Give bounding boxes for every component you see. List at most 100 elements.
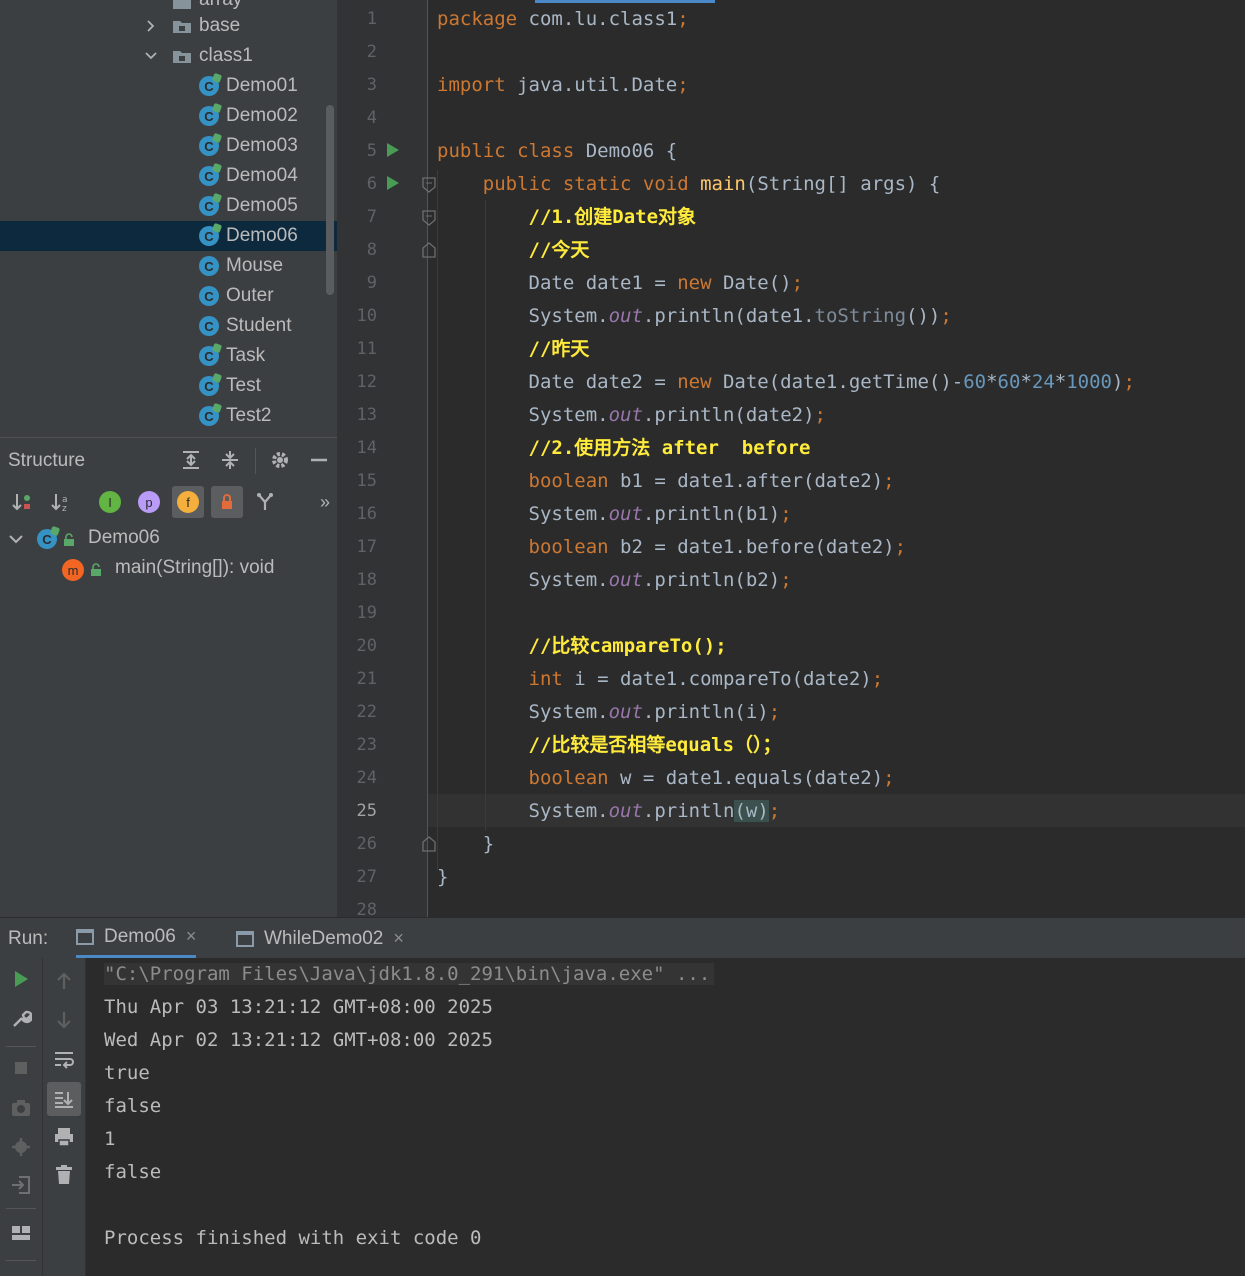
project-scrollbar[interactable] [326,105,334,295]
tree-item-label: base [199,15,241,36]
chevron-down-icon[interactable] [4,527,28,551]
arrow-up-icon[interactable] [51,968,77,994]
line-number: 2 [366,42,377,62]
stop-icon[interactable] [8,1055,34,1081]
close-icon[interactable]: × [186,926,197,947]
code-line[interactable]: int i = date1.compareTo(date2); [437,664,884,694]
show-lambdas-icon[interactable] [253,490,277,514]
print-icon[interactable] [51,1124,77,1150]
code-line[interactable]: //今天 [437,235,590,265]
expand-all-icon[interactable] [179,448,203,472]
line-number: 4 [366,108,377,128]
code-token: new [677,371,723,393]
code-line[interactable]: System.out.println(date2); [437,400,826,430]
project-tree-panel: array base class1 C Demo01 C Demo02 C Demo03 C De… [0,0,337,437]
rerun-icon[interactable] [8,966,34,992]
code-line[interactable]: System.out.println(b2); [437,565,792,595]
code-line[interactable]: boolean b2 = date1.before(date2); [437,532,907,562]
soft-wrap-icon[interactable] [51,1046,77,1072]
code-line[interactable]: boolean w = date1.equals(date2); [437,763,895,793]
code-line[interactable]: System.out.println(w); [437,796,780,826]
line-number: 1 [366,9,377,29]
code-line[interactable]: //昨天 [437,334,590,364]
code-line[interactable]: System.out.println(b1); [437,499,792,529]
code-token: System. [437,701,609,723]
run-class-icon[interactable] [387,143,399,157]
code-token: boolean [528,470,621,492]
fold-marker-icon[interactable] [422,836,436,852]
run-tab-demo06[interactable]: Demo06 × [76,918,197,959]
exit-icon[interactable] [8,1172,34,1198]
code-line[interactable]: package com.lu.class1; [437,4,689,34]
tree-item-mouse[interactable]: C Mouse [0,251,337,281]
more-icon[interactable]: » [313,490,337,514]
show-non-public-toggle[interactable] [211,486,243,518]
code-token: System. [437,800,609,822]
tree-item-task[interactable]: C Task [0,341,337,371]
sort-by-visibility-icon[interactable] [10,490,34,514]
code-token: Date() [722,272,792,294]
public-lock-icon [64,533,74,546]
minimize-icon[interactable] [307,448,331,472]
tree-item-demo01[interactable]: C Demo01 [0,71,337,101]
code-line[interactable]: //比较campareTo(); [437,631,727,661]
code-line[interactable]: public static void main(String[] args) { [437,169,941,199]
code-token: ; [940,305,952,327]
show-inherited-icon[interactable]: I [98,490,122,514]
wrench-icon[interactable] [8,1006,34,1032]
code-line[interactable]: //2.使用方法 after before [437,433,811,463]
code-line[interactable]: //1.创建Date对象 [437,202,697,232]
code-token: System. [437,404,609,426]
tree-item-demo06[interactable]: C Demo06 [0,221,337,251]
code-line[interactable]: public class Demo06 { [437,136,677,166]
code-line[interactable]: Date date1 = new Date(); [437,268,804,298]
run-main-icon[interactable] [387,176,399,190]
line-number: 20 [356,636,377,656]
sort-alphabetically-icon[interactable]: az [49,490,73,514]
code-line[interactable]: System.out.println(i); [437,697,781,727]
code-token: new [677,272,723,294]
code-token: ; [677,8,689,30]
fold-marker-icon[interactable] [422,177,436,193]
run-tab-whiledemo02[interactable]: WhileDemo02 × [236,918,404,959]
tree-item-student[interactable]: C Student [0,311,337,341]
tree-item-demo02[interactable]: C Demo02 [0,101,337,131]
code-token: ()) [906,305,941,327]
fold-marker-icon[interactable] [422,242,436,258]
code-line[interactable]: //比较是否相等equals（）； [437,730,782,760]
trash-icon[interactable] [51,1162,77,1188]
collapse-all-icon[interactable] [218,448,242,472]
debug-settings-icon[interactable] [8,1134,34,1160]
show-properties-icon[interactable]: p [137,490,161,514]
tree-item-demo05[interactable]: C Demo05 [0,191,337,221]
code-line[interactable]: System.out.println(date1.toString()); [437,301,952,331]
gear-icon[interactable] [268,448,292,472]
layout-icon[interactable] [8,1220,34,1246]
arrow-down-icon[interactable] [51,1007,77,1033]
camera-icon[interactable] [8,1095,34,1121]
structure-class-node[interactable]: Demo06 [88,527,160,549]
chevron-down-icon[interactable] [144,49,158,63]
code-token: //1.创建Date对象 [528,206,697,228]
tree-item-outer[interactable]: C Outer [0,281,337,311]
close-icon[interactable]: × [393,928,404,949]
code-token: .println(i) [642,701,769,723]
tree-item-class1[interactable]: class1 [0,41,337,71]
tree-item-base[interactable]: base [0,11,337,41]
code-line[interactable]: } [437,862,448,892]
code-line[interactable]: Date date2 = new Date(date1.getTime()-60… [437,367,1135,397]
tree-item-test2[interactable]: C Test2 [0,401,337,431]
structure-method-node[interactable]: main(String[]): void [115,557,274,579]
tree-item-test[interactable]: C Test [0,371,337,401]
chevron-right-icon[interactable] [144,19,158,33]
show-fields-toggle[interactable]: f [172,486,204,518]
code-line[interactable]: import java.util.Date; [437,70,689,100]
tree-item-demo03[interactable]: C Demo03 [0,131,337,161]
tree-item-demo04[interactable]: C Demo04 [0,161,337,191]
fold-marker-icon[interactable] [422,210,436,226]
code-line[interactable]: boolean b1 = date1.after(date2); [437,466,895,496]
scroll-to-end-toggle[interactable] [47,1082,81,1116]
code-line[interactable]: } [437,829,494,859]
